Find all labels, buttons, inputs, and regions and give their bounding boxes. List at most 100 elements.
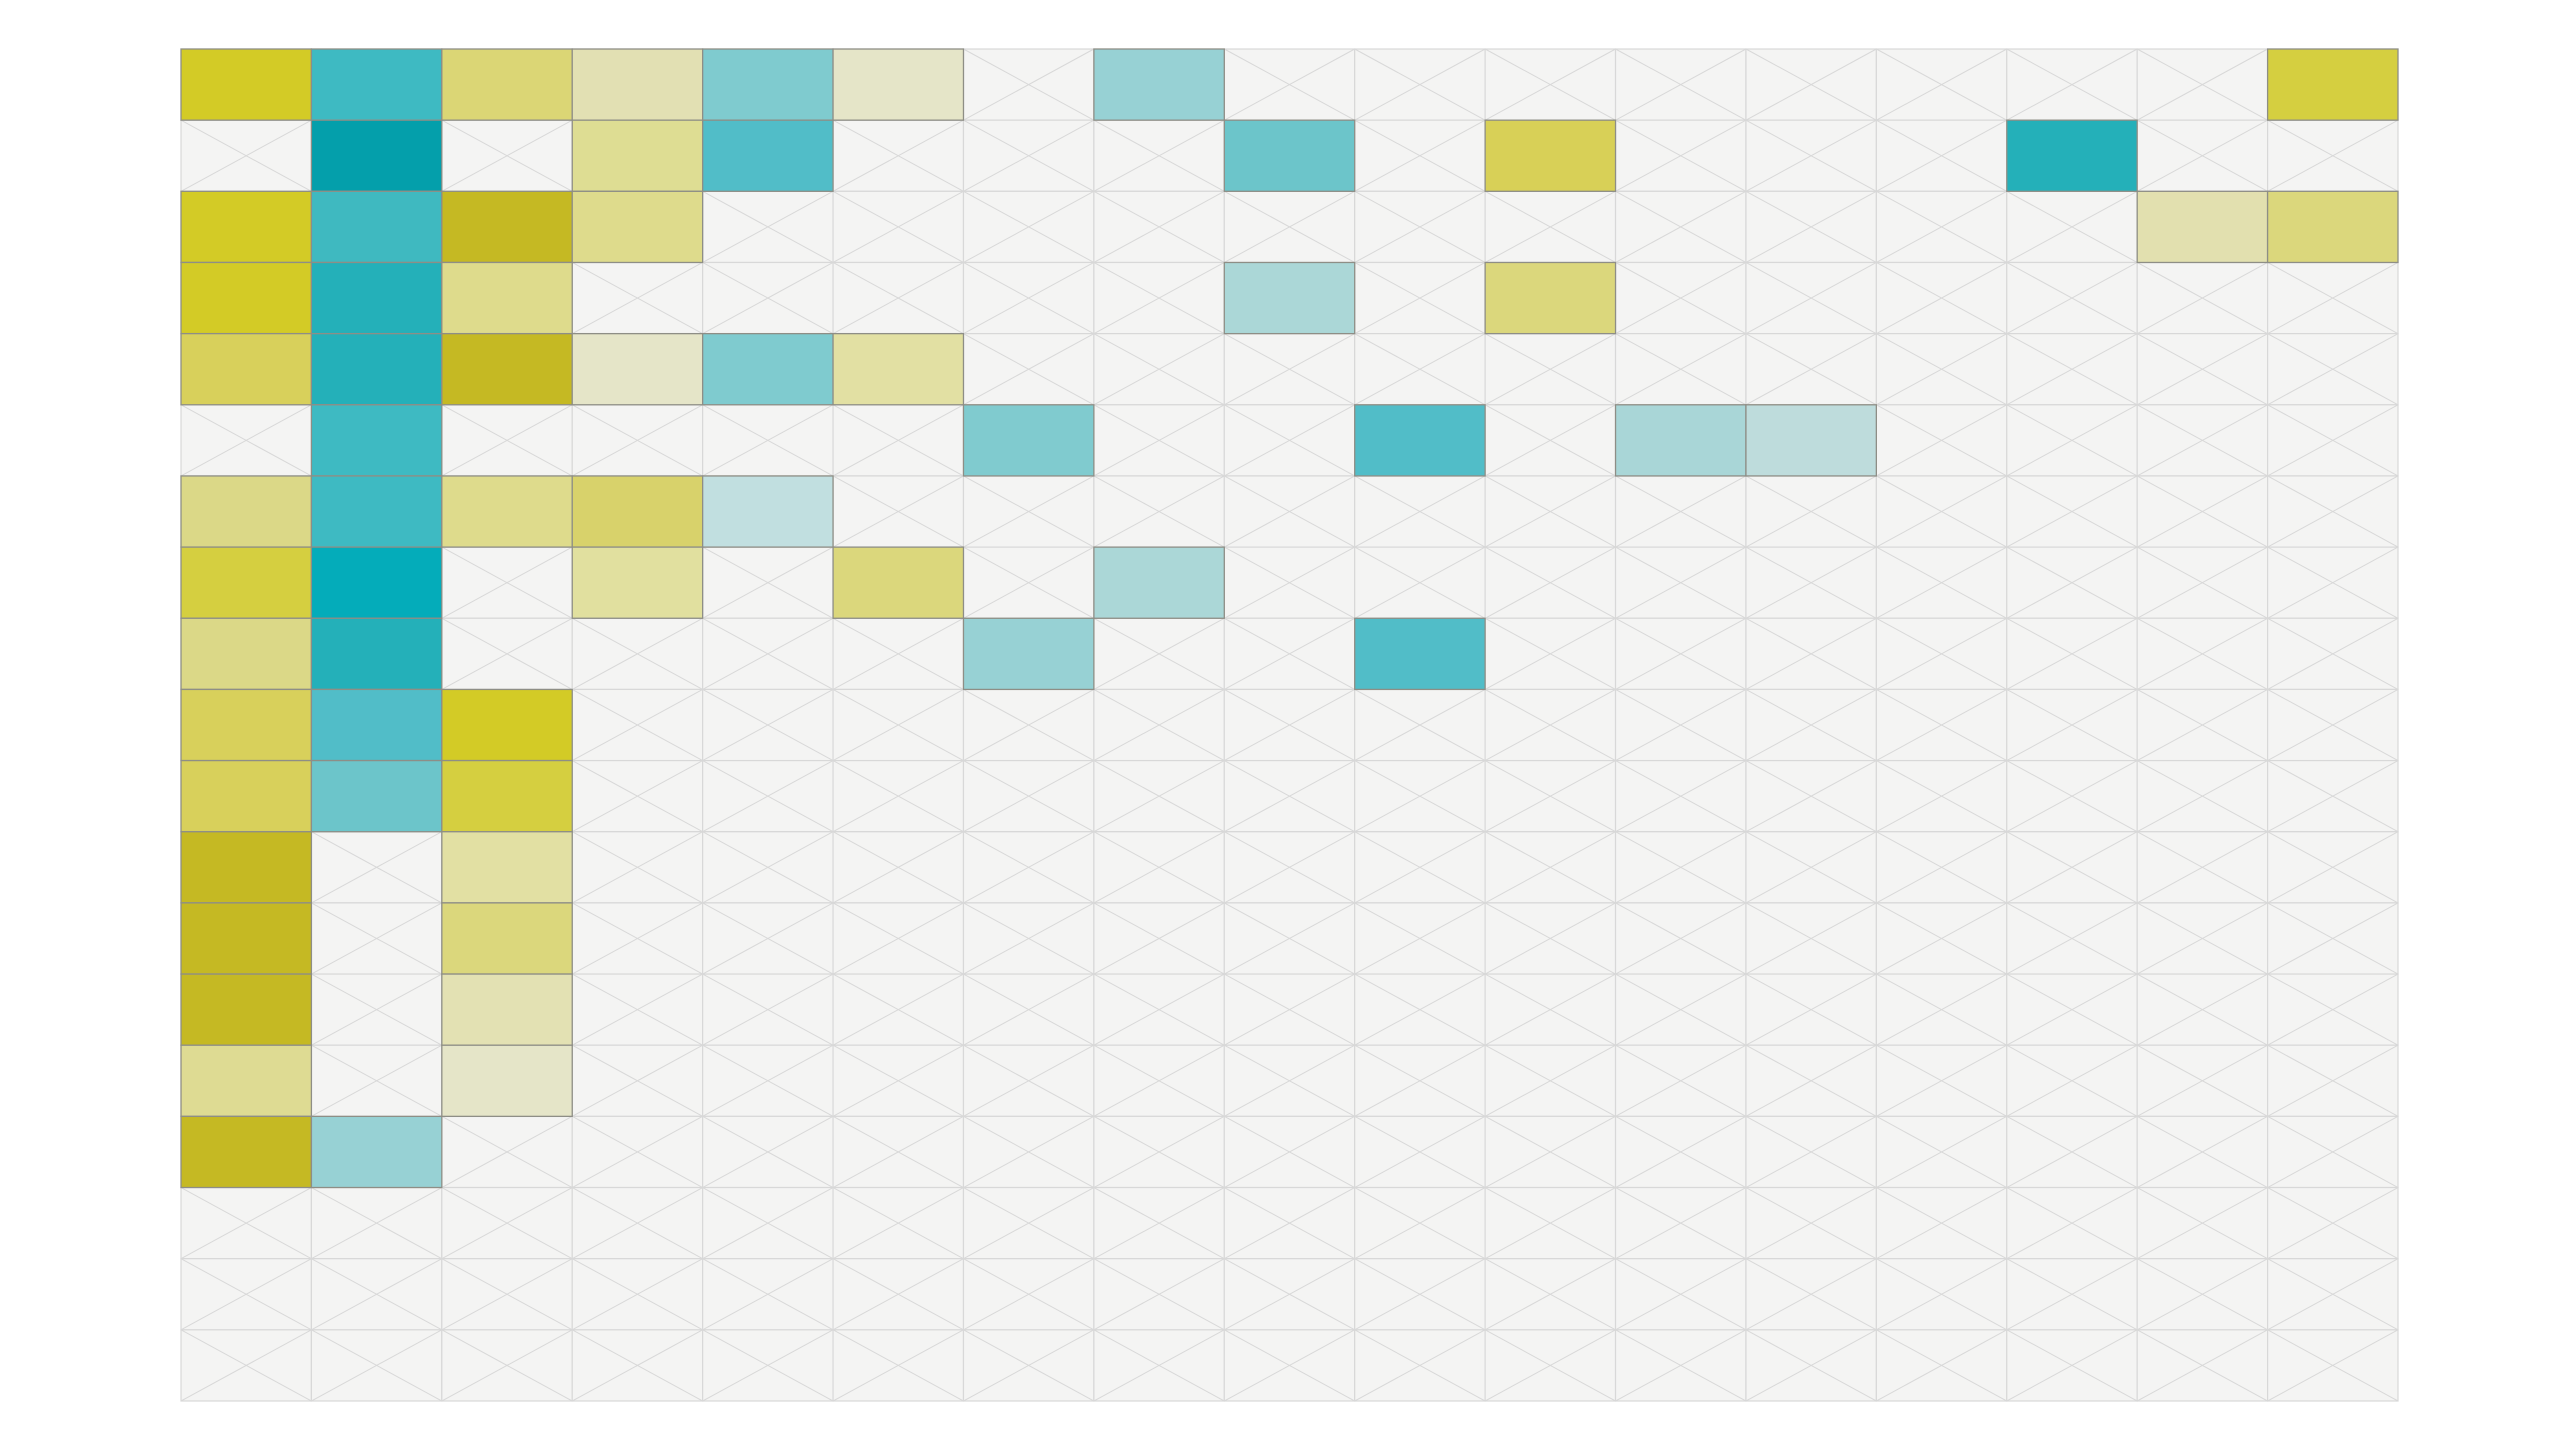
heatmap-cell [1614, 404, 1747, 477]
heatmap-cell [441, 973, 573, 1046]
empty-cell [1093, 333, 1225, 406]
empty-cell [1354, 475, 1486, 548]
empty-cell [832, 190, 965, 264]
empty-cell [1745, 759, 1877, 833]
empty-cell [832, 1115, 965, 1189]
heatmap-cell [701, 475, 834, 548]
empty-cell [310, 1329, 443, 1402]
heatmap-cell [310, 261, 443, 335]
empty-cell [832, 261, 965, 335]
empty-cell [2006, 831, 2138, 904]
empty-cell [1093, 831, 1225, 904]
empty-cell [1484, 475, 1617, 548]
empty-cell [2006, 759, 2138, 833]
heatmap-cell [180, 759, 313, 833]
empty-cell [1614, 1258, 1747, 1331]
empty-cell [2006, 1186, 2138, 1260]
empty-cell [1223, 759, 1356, 833]
empty-cell [1223, 48, 1356, 121]
empty-cell [2006, 190, 2138, 264]
empty-cell [571, 1115, 704, 1189]
empty-cell [832, 759, 965, 833]
empty-cell [1745, 1329, 1877, 1402]
empty-cell [1223, 1044, 1356, 1117]
empty-cell [1614, 333, 1747, 406]
empty-cell [1484, 1186, 1617, 1260]
empty-cell [2266, 1115, 2399, 1189]
heatmap-cell [180, 546, 313, 619]
empty-cell [1093, 1115, 1225, 1189]
empty-cell [1745, 1186, 1877, 1260]
heatmap-cell [180, 973, 313, 1046]
empty-cell [1223, 475, 1356, 548]
empty-cell [962, 759, 1095, 833]
empty-cell [962, 546, 1095, 619]
empty-cell [702, 902, 834, 975]
empty-cell [962, 973, 1095, 1046]
heatmap-cell [832, 546, 965, 619]
empty-cell [1354, 190, 1486, 264]
heatmap-cell [571, 119, 704, 192]
heatmap-cell [180, 475, 313, 548]
empty-cell [2006, 333, 2138, 406]
empty-cell [1484, 1329, 1617, 1402]
empty-cell [1354, 973, 1486, 1046]
empty-cell [2136, 119, 2269, 192]
empty-cell [1093, 1258, 1225, 1331]
empty-cell [2136, 1044, 2269, 1117]
heatmap-cell [180, 48, 313, 121]
empty-cell [832, 1329, 965, 1402]
heatmap-cell [180, 1044, 313, 1118]
empty-cell [2266, 1329, 2399, 1402]
empty-cell [310, 1186, 443, 1260]
heatmap-cell [1484, 119, 1617, 192]
empty-cell [1223, 190, 1356, 264]
heatmap-cell [180, 1115, 313, 1189]
empty-cell [1354, 261, 1486, 335]
empty-cell [832, 973, 965, 1046]
empty-cell [1223, 1186, 1356, 1260]
empty-cell [441, 546, 573, 619]
empty-cell [2006, 404, 2138, 477]
empty-cell [2266, 973, 2399, 1046]
heatmap-chart [180, 48, 2399, 1402]
empty-cell [2006, 546, 2138, 619]
empty-cell [962, 1186, 1095, 1260]
empty-cell [310, 1044, 443, 1117]
empty-cell [962, 190, 1095, 264]
empty-cell [1614, 617, 1747, 691]
empty-cell [2266, 333, 2399, 406]
empty-cell [571, 831, 704, 904]
empty-cell [180, 1258, 313, 1331]
empty-cell [180, 1186, 313, 1260]
empty-cell [1354, 831, 1486, 904]
empty-cell [1745, 333, 1877, 406]
empty-cell [2266, 1044, 2399, 1117]
heatmap-cell [441, 261, 573, 335]
heatmap-cell [571, 475, 704, 548]
empty-cell [2136, 1258, 2269, 1331]
empty-cell [1745, 546, 1877, 619]
empty-cell [832, 1186, 965, 1260]
empty-cell [1875, 973, 2008, 1046]
empty-cell [962, 831, 1095, 904]
empty-cell [2136, 48, 2269, 121]
empty-cell [1614, 261, 1747, 335]
heatmap-cell [310, 475, 443, 548]
empty-cell [1614, 1044, 1747, 1117]
empty-cell [2136, 261, 2269, 335]
empty-cell [1484, 902, 1617, 975]
heatmap-cell [441, 688, 573, 762]
empty-cell [832, 617, 965, 691]
heatmap-cell [2266, 190, 2399, 264]
empty-cell [1614, 759, 1747, 833]
empty-cell [1093, 119, 1225, 192]
empty-cell [2266, 759, 2399, 833]
empty-cell [2266, 119, 2399, 192]
empty-cell [1484, 688, 1617, 762]
empty-cell [702, 1044, 834, 1117]
empty-cell [2266, 688, 2399, 762]
empty-cell [1093, 190, 1225, 264]
empty-cell [1875, 1258, 2008, 1331]
empty-cell [1745, 1044, 1877, 1117]
